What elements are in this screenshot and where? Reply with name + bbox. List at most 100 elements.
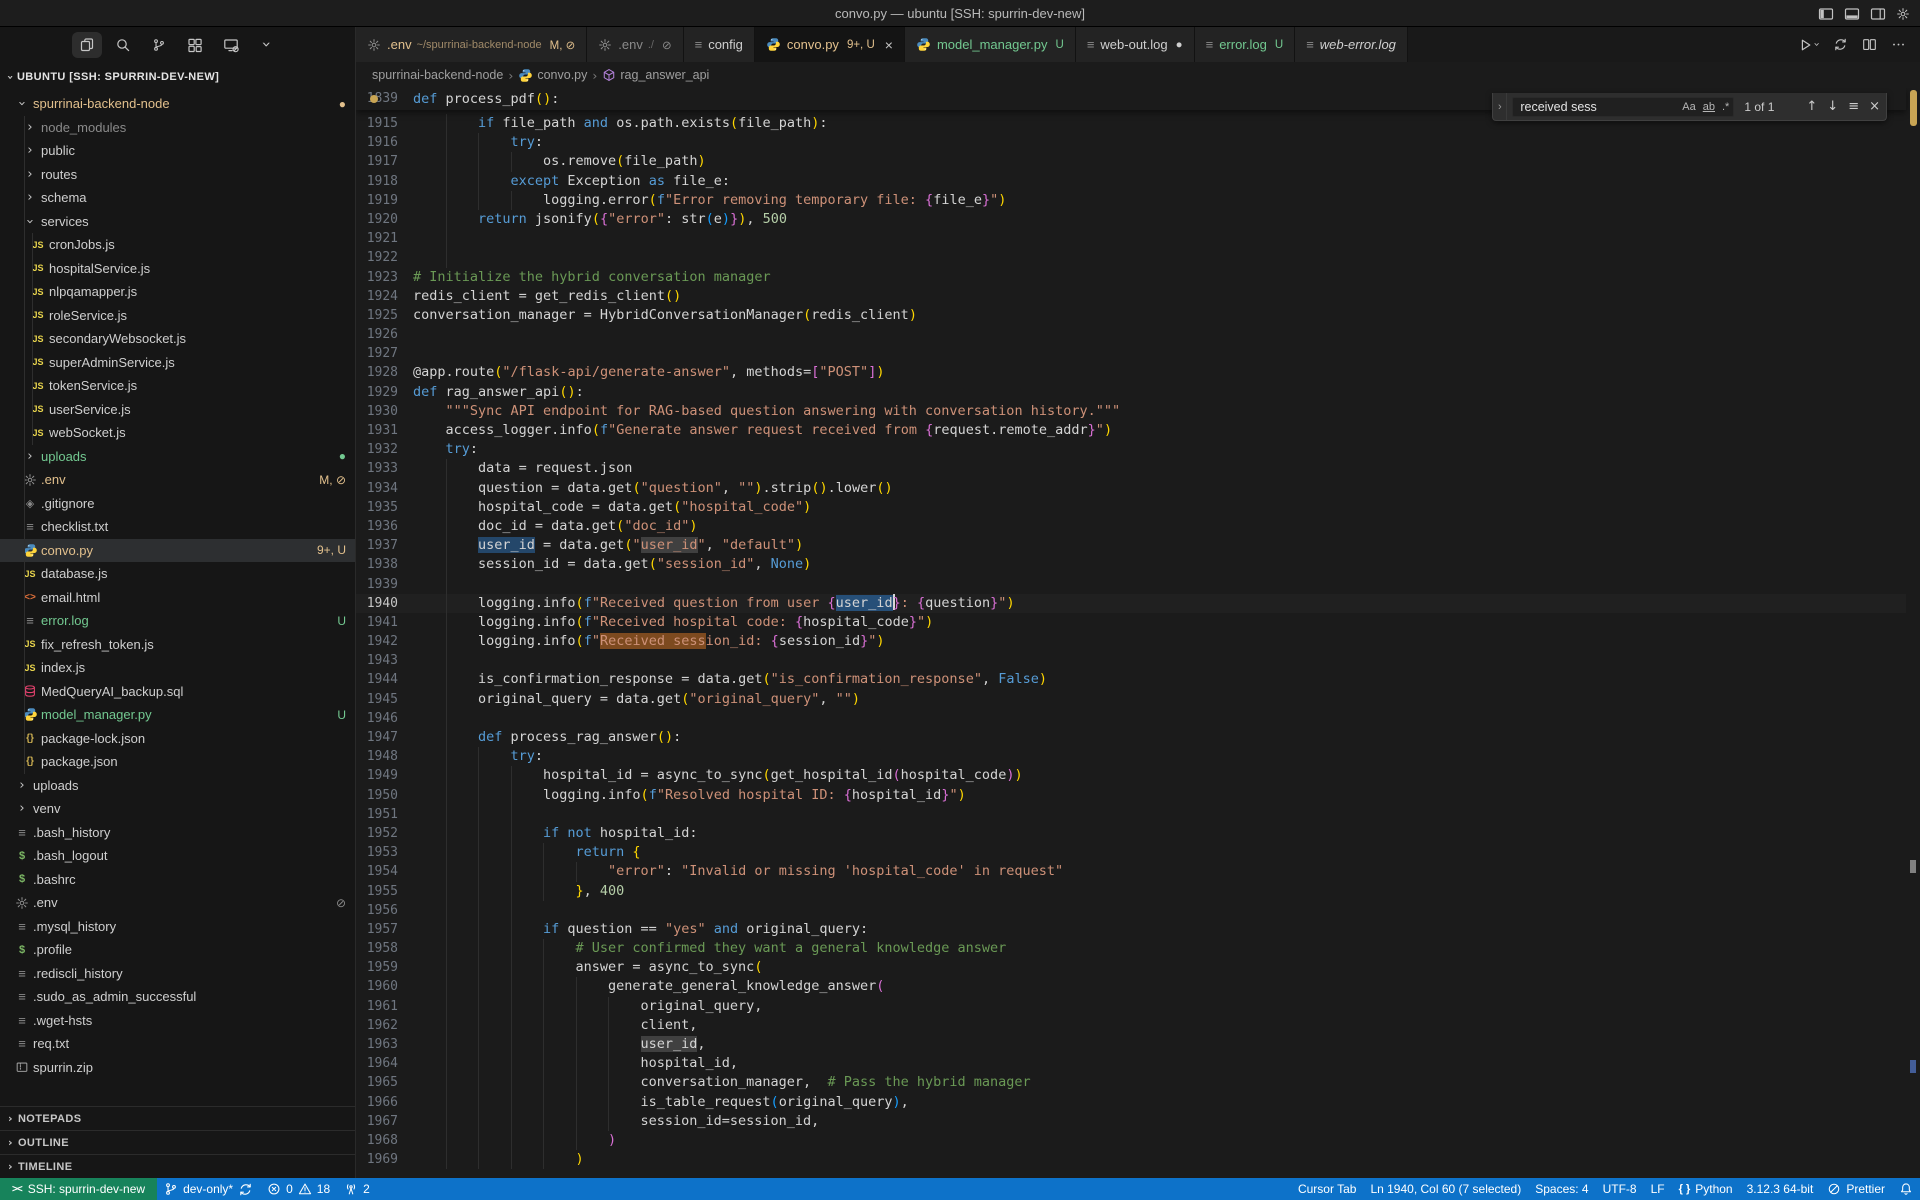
tree-item-medqueryai-backup-sql[interactable]: MedQueryAI_backup.sql	[0, 680, 355, 704]
run-python-file-button[interactable]: ›	[1797, 37, 1819, 53]
code-area[interactable]: 1915 if file_path and os.path.exists(fil…	[356, 88, 1906, 1178]
find-next-button[interactable]: ↓	[1827, 99, 1838, 114]
tab-env[interactable]: .env ./ ⊘	[587, 27, 683, 62]
line-number[interactable]: 1953	[356, 843, 398, 862]
line-number[interactable]: 1965	[356, 1073, 398, 1092]
code-line[interactable]: 1950 logging.info(f"Resolved hospital ID…	[356, 786, 1906, 805]
tree-item-bashrc[interactable]: $ .bashrc	[0, 868, 355, 892]
activity-extensions-button[interactable]	[180, 32, 210, 58]
tree-item-wget-hsts[interactable]: ≡ .wget-hsts	[0, 1009, 355, 1033]
tree-item-profile[interactable]: $ .profile	[0, 938, 355, 962]
code-line[interactable]: 1917 os.remove(file_path)	[356, 152, 1906, 171]
line-number[interactable]: 1921	[356, 229, 398, 248]
layout-sidebar-left-button[interactable]	[1818, 6, 1834, 22]
line-number[interactable]: 1924	[356, 287, 398, 306]
tree-item-package-lock-json[interactable]: {} package-lock.json	[0, 727, 355, 751]
line-number[interactable]: 1918	[356, 172, 398, 191]
code-line[interactable]: 1916 try:	[356, 133, 1906, 152]
tree-item-error-log[interactable]: ≡ error.logU	[0, 609, 355, 633]
tree-item-spurrin-zip[interactable]: spurrin.zip	[0, 1056, 355, 1080]
code-line[interactable]: 1941 logging.info(f"Received hospital co…	[356, 613, 1906, 632]
code-line[interactable]: 1924 redis_client = get_redis_client()	[356, 287, 1906, 306]
code-line[interactable]: 1968 )	[356, 1131, 1906, 1150]
line-number[interactable]: 1963	[356, 1035, 398, 1054]
line-number[interactable]: 1960	[356, 977, 398, 996]
code-line[interactable]: 1934 question = data.get("question", "")…	[356, 479, 1906, 498]
tree-item-bash-history[interactable]: ≡ .bash_history	[0, 821, 355, 845]
code-line[interactable]: 1960 generate_general_knowledge_answer(	[356, 977, 1906, 996]
overview-ruler[interactable]	[1906, 88, 1920, 1178]
code-line[interactable]: 1925 conversation_manager = HybridConver…	[356, 306, 1906, 325]
line-number[interactable]: 1948	[356, 747, 398, 766]
line-number[interactable]: 1964	[356, 1054, 398, 1073]
code-line[interactable]: 1962 client,	[356, 1016, 1906, 1035]
status-git-branch[interactable]: dev-only*	[157, 1178, 260, 1200]
breadcrumb-convo-py[interactable]: convo.py	[518, 68, 587, 83]
tree-item-node-modules[interactable]: › node_modules	[0, 116, 355, 140]
breadcrumb-spurrinai-backend-node[interactable]: spurrinai-backend-node	[372, 68, 503, 82]
code-line[interactable]: 1952 if not hospital_id:	[356, 824, 1906, 843]
tree-item-gitignore[interactable]: ◈ .gitignore	[0, 492, 355, 516]
tree-item-routes[interactable]: › routes	[0, 163, 355, 187]
code-line[interactable]: 1958 # User confirmed they want a genera…	[356, 939, 1906, 958]
code-line[interactable]: 1967 session_id=session_id,	[356, 1112, 1906, 1131]
tree-item-package-json[interactable]: {} package.json	[0, 750, 355, 774]
tree-item-schema[interactable]: › schema	[0, 186, 355, 210]
code-line[interactable]: 1954 "error": "Invalid or missing 'hospi…	[356, 862, 1906, 881]
breadcrumb-rag-answer-api[interactable]: rag_answer_api	[602, 68, 709, 82]
code-line[interactable]: 1931 access_logger.info(f"Generate answe…	[356, 421, 1906, 440]
line-number[interactable]: 1936	[356, 517, 398, 536]
tree-item-convo-py[interactable]: convo.py9+, U	[0, 539, 355, 563]
line-number[interactable]: 1938	[356, 555, 398, 574]
tree-item-public[interactable]: › public	[0, 139, 355, 163]
code-line[interactable]: 1957 if question == "yes" and original_q…	[356, 920, 1906, 939]
status-cursor-tab[interactable]: Cursor Tab	[1291, 1178, 1363, 1200]
code-line[interactable]: 1920 return jsonify({"error": str(e)}), …	[356, 210, 1906, 229]
code-line[interactable]: 1951	[356, 805, 1906, 824]
code-line[interactable]: 1949 hospital_id = async_to_sync(get_hos…	[356, 766, 1906, 785]
find-previous-button[interactable]: ↑	[1806, 99, 1817, 114]
line-number[interactable]: 1916	[356, 133, 398, 152]
status-remote-indicator[interactable]: ><SSH: spurrin-dev-new	[0, 1178, 157, 1200]
tab-config[interactable]: ≡ config	[684, 27, 755, 62]
tree-item-venv[interactable]: › venv	[0, 797, 355, 821]
tree-item-spurrinai-backend-node[interactable]: › spurrinai-backend-node●	[0, 92, 355, 116]
line-number[interactable]: 1915	[356, 114, 398, 133]
code-line[interactable]: 1940 logging.info(f"Received question fr…	[356, 594, 1906, 613]
code-line[interactable]: 1919 logging.error(f"Error removing temp…	[356, 191, 1906, 210]
code-line[interactable]: 1937 user_id = data.get("user_id", "defa…	[356, 536, 1906, 555]
line-number[interactable]: 1932	[356, 440, 398, 459]
code-line[interactable]: 1932 try:	[356, 440, 1906, 459]
code-line[interactable]: 1922	[356, 248, 1906, 267]
status-encoding[interactable]: UTF-8	[1596, 1178, 1644, 1200]
code-line[interactable]: 1936 doc_id = data.get("doc_id")	[356, 517, 1906, 536]
line-number[interactable]: 1959	[356, 958, 398, 977]
line-number[interactable]: 1931	[356, 421, 398, 440]
code-line[interactable]: 1947 def process_rag_answer():	[356, 728, 1906, 747]
tree-item-model-manager-py[interactable]: model_manager.pyU	[0, 703, 355, 727]
tree-item-tokenservice-js[interactable]: JS tokenService.js	[0, 374, 355, 398]
line-number[interactable]: 1967	[356, 1112, 398, 1131]
tree-item-hospitalservice-js[interactable]: JS hospitalService.js	[0, 257, 355, 281]
find-close-button[interactable]: ×	[1869, 99, 1880, 114]
section-notepads[interactable]: ›NOTEPADS	[0, 1106, 355, 1130]
tab-env[interactable]: .env ~/spurrinai-backend-node M, ⊘	[356, 27, 587, 62]
status-eol[interactable]: LF	[1644, 1178, 1672, 1200]
tab-web-out-log[interactable]: ≡ web-out.log ●	[1076, 27, 1195, 62]
line-number[interactable]: 1961	[356, 997, 398, 1016]
tree-item-superadminservice-js[interactable]: JS superAdminService.js	[0, 351, 355, 375]
layout-panel-button[interactable]	[1844, 6, 1860, 22]
tree-item-sudo-as-admin-successful[interactable]: ≡ .sudo_as_admin_successful	[0, 985, 355, 1009]
line-number[interactable]: 1919	[356, 191, 398, 210]
line-number[interactable]: 1934	[356, 479, 398, 498]
tree-item-userservice-js[interactable]: JS userService.js	[0, 398, 355, 422]
section-outline[interactable]: ›OUTLINE	[0, 1130, 355, 1154]
close-icon[interactable]: ×	[885, 38, 893, 52]
line-number[interactable]: 1951	[356, 805, 398, 824]
tab-convo-py[interactable]: convo.py 9+, U ×	[755, 27, 905, 62]
line-number[interactable]: 1928	[356, 363, 398, 382]
tree-item-env[interactable]: .env⊘	[0, 891, 355, 915]
find-in-selection-button[interactable]: ≡	[1848, 99, 1859, 114]
code-line[interactable]: 1942 logging.info(f"Received session_id:…	[356, 632, 1906, 651]
line-number[interactable]: 1958	[356, 939, 398, 958]
